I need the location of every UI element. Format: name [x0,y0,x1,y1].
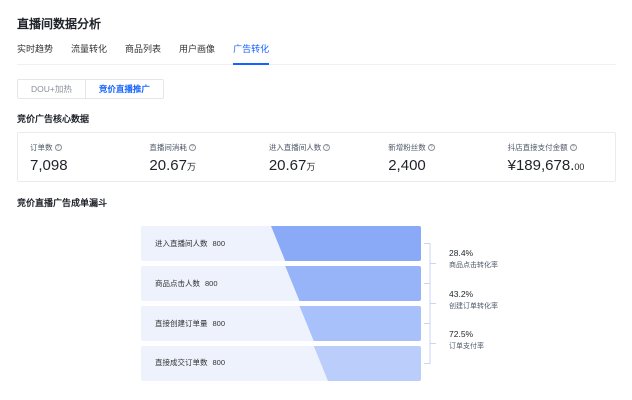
funnel-stage-label: 进入直播间人数 800 [155,238,225,249]
funnel-chart [141,226,436,381]
funnel-stage-value: 800 [212,358,226,367]
funnel-stage-label: 直接创建订单量 800 [155,318,225,329]
conversion-pct: 72.5% [449,329,474,339]
conversion-bracket [424,243,436,284]
funnel-stage-name: 直接成交订单数 [155,358,208,367]
funnel-stage-value: 800 [205,279,218,288]
funnel-stage-name: 进入直播间人数 [155,239,208,248]
conversion-rate: 72.5% 订单支付率 [449,329,484,351]
conversion-bracket [424,323,436,364]
conversion-rate: 28.4% 商品点击转化率 [449,248,498,270]
funnel-stage-name: 直接创建订单量 [155,319,208,328]
funnel-stage-bar [285,266,421,301]
conversion-bracket [424,283,436,324]
conversion-rate: 43.2% 创建订单转化率 [449,289,498,311]
funnel-stage-bar [271,226,421,261]
funnel-stage-name: 商品点击人数 [155,279,200,288]
funnel-stage-value: 800 [212,319,226,328]
funnel-stage-bar [299,306,421,341]
funnel-stage-label: 商品点击人数 800 [155,278,218,289]
conversion-label: 订单支付率 [449,343,484,350]
conversion-pct: 43.2% [449,289,474,299]
conversion-label: 商品点击转化率 [449,262,498,269]
funnel-stage-label: 直接成交订单数 800 [155,357,225,368]
conversion-pct: 28.4% [449,248,474,258]
conversion-label: 创建订单转化率 [449,303,498,310]
funnel-stage-value: 800 [212,239,226,248]
funnel-stage-bar [313,346,421,381]
